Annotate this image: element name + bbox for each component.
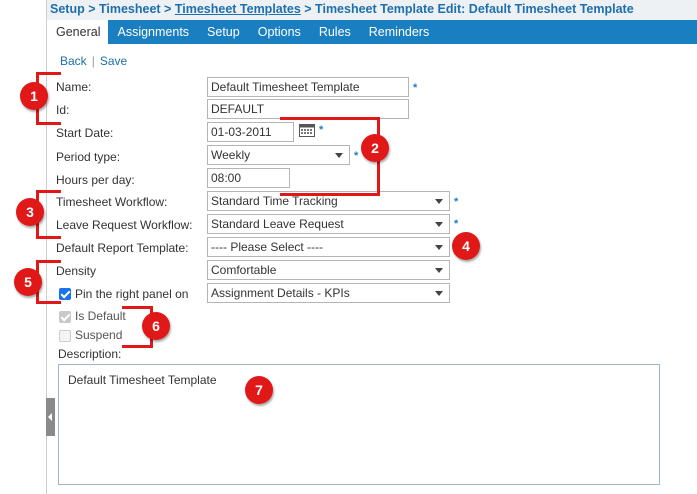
suspend-label: Suspend <box>75 328 123 342</box>
pin-right-panel-label: Pin the right panel on <box>75 287 189 301</box>
callout-badge-3: 3 <box>16 198 44 226</box>
breadcrumb-current: > Timesheet Template Edit: Default Times… <box>300 2 634 16</box>
is-default-label: Is Default <box>75 309 126 323</box>
tab-assignments[interactable]: Assignments <box>108 20 198 44</box>
action-separator: | <box>91 54 95 68</box>
id-input[interactable]: DEFAULT <box>207 99 409 119</box>
hours-per-day-input[interactable]: 08:00 <box>207 168 290 188</box>
breadcrumb-path[interactable]: Setup > Timesheet > <box>50 2 175 16</box>
default-report-template-select[interactable]: ---- Please Select ---- <box>207 237 450 257</box>
tab-options[interactable]: Options <box>249 20 310 44</box>
callout-badge-1: 1 <box>20 82 48 110</box>
tab-setup[interactable]: Setup <box>198 20 249 44</box>
timesheet-workflow-label: Timesheet Workflow: <box>56 195 168 209</box>
tab-bar: General Assignments Setup Options Rules … <box>47 20 697 44</box>
callout-badge-7: 7 <box>245 376 273 404</box>
name-label: Name: <box>56 80 92 94</box>
callout-badge-5: 5 <box>14 268 42 296</box>
density-select[interactable]: Comfortable <box>207 260 450 280</box>
density-label: Density <box>56 264 97 278</box>
timesheet-workflow-required-marker: * <box>454 196 459 208</box>
hours-per-day-label: Hours per day: <box>56 173 135 187</box>
tab-rules[interactable]: Rules <box>310 20 360 44</box>
back-link[interactable]: Back <box>60 54 87 68</box>
save-link[interactable]: Save <box>100 54 127 68</box>
callout-badge-6: 6 <box>142 312 170 340</box>
period-type-label: Period type: <box>56 150 121 164</box>
description-label: Description: <box>58 347 122 361</box>
callout-badge-4: 4 <box>452 232 480 260</box>
breadcrumb: Setup > Timesheet > Timesheet Templates … <box>47 0 697 20</box>
tab-reminders[interactable]: Reminders <box>360 20 438 44</box>
pin-right-panel-select[interactable]: Assignment Details - KPIs <box>207 283 450 303</box>
callout-badge-2: 2 <box>361 134 389 162</box>
leave-request-workflow-select[interactable]: Standard Leave Request <box>207 214 450 234</box>
name-input[interactable]: Default Timesheet Template <box>207 77 409 97</box>
breadcrumb-link-timesheet-templates[interactable]: Timesheet Templates <box>175 2 301 16</box>
leave-request-workflow-required-marker: * <box>454 218 459 230</box>
name-required-marker: * <box>413 82 418 94</box>
suspend-checkbox <box>59 330 71 342</box>
panel-collapse-handle[interactable] <box>46 398 55 436</box>
description-textarea[interactable]: Default Timesheet Template <box>58 364 660 485</box>
is-default-checkbox <box>59 311 71 323</box>
tab-general[interactable]: General <box>47 20 109 44</box>
default-report-template-label: Default Report Template: <box>56 241 189 255</box>
leave-request-workflow-label: Leave Request Workflow: <box>56 218 193 232</box>
action-links: Back | Save <box>60 54 127 68</box>
start-date-label: Start Date: <box>56 126 114 140</box>
